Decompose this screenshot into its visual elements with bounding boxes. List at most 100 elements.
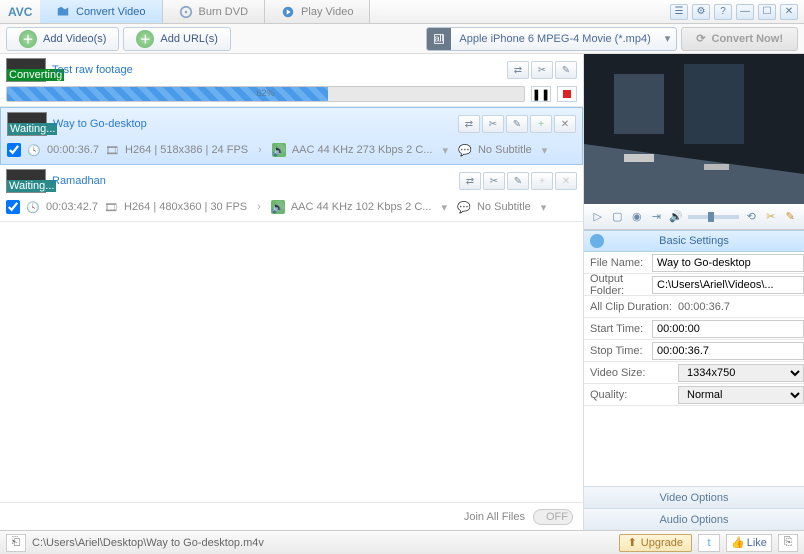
upgrade-label: Upgrade <box>641 537 683 549</box>
item-title[interactable]: Way to Go-desktop <box>53 118 452 130</box>
film-icon: 🎞 <box>105 143 119 157</box>
item-checkbox[interactable] <box>7 143 21 157</box>
button-label: Add URL(s) <box>160 33 217 45</box>
cut-icon[interactable]: ✂ <box>483 172 505 190</box>
close-icon[interactable]: ✕ <box>780 4 798 20</box>
thumbnail: Waiting... <box>7 112 47 136</box>
quality-label: Quality: <box>584 389 674 401</box>
file-item[interactable]: Waiting... Way to Go-desktop ⇄ ✂ ✎ + ✕ 🕓… <box>0 107 583 165</box>
help-icon[interactable]: ? <box>714 4 732 20</box>
titlebar: AVC Convert Video Burn DVD Play Video ☰ … <box>0 0 804 24</box>
outputfolder-input[interactable] <box>652 276 804 294</box>
app-logo: AVC <box>0 5 40 19</box>
audio-options-toggle[interactable]: Audio Options <box>584 508 804 530</box>
convert-now-button[interactable]: ⟳ Convert Now! <box>681 27 798 51</box>
file-item[interactable]: Waiting... Ramadhan ⇄ ✂ ✎ + ✕ 🕓 00:03:42… <box>0 165 583 222</box>
chevron-down-icon[interactable]: ▾ <box>538 144 552 157</box>
basic-settings-header[interactable]: Basic Settings <box>584 230 804 252</box>
thumb-icon: 👍 <box>731 536 745 549</box>
upgrade-button[interactable]: ⬆ Upgrade <box>619 534 692 552</box>
remove-icon[interactable]: ✕ <box>555 172 577 190</box>
audio-info: AAC 44 KHz 273 Kbps 2 C... <box>292 144 433 156</box>
statusbar: ⎗ C:\Users\Ariel\Desktop\Way to Go-deskt… <box>0 530 804 554</box>
chevron-right-icon[interactable]: › <box>253 201 265 213</box>
chevron-down-icon: ▾ <box>659 32 677 45</box>
button-label: Convert Now! <box>712 33 784 45</box>
volume-icon[interactable]: 🔊 <box>668 208 684 226</box>
like-button[interactable]: 👍Like <box>726 534 772 552</box>
status-badge: Waiting... <box>7 180 56 192</box>
output-profile-select[interactable]: all Apple iPhone 6 MPEG-4 Movie (*.mp4) … <box>426 27 677 51</box>
add-icon[interactable]: + <box>530 115 552 133</box>
file-item[interactable]: Converting Test raw footage ⇄ ✂ ✎ 62% ❚❚ <box>0 54 583 107</box>
tab-play[interactable]: Play Video <box>265 0 370 23</box>
tab-label: Play Video <box>301 6 353 18</box>
quality-select[interactable]: Normal <box>678 386 804 404</box>
thumbnail: Waiting... <box>6 169 46 193</box>
profile-icon: all <box>427 27 451 51</box>
chevron-right-icon[interactable]: › <box>254 144 266 156</box>
play-icon[interactable]: ▷ <box>590 208 606 226</box>
swap-icon[interactable]: ⇄ <box>458 115 480 133</box>
clock-icon: 🕓 <box>27 143 41 157</box>
starttime-input[interactable] <box>652 320 804 338</box>
wand-icon[interactable]: ✎ <box>506 115 528 133</box>
film-icon: 🎞 <box>104 200 118 214</box>
disc-icon <box>179 5 193 19</box>
in-icon[interactable]: ⇥ <box>649 208 665 226</box>
audio-info: AAC 44 KHz 102 Kbps 2 C... <box>291 201 432 213</box>
chevron-down-icon[interactable]: ▾ <box>438 144 452 157</box>
menu-icon[interactable]: ☰ <box>670 4 688 20</box>
gear-icon[interactable]: ⚙ <box>692 4 710 20</box>
stop-button[interactable] <box>557 86 577 102</box>
chevron-down-icon[interactable]: ▾ <box>537 201 551 214</box>
cut-icon[interactable]: ✂ <box>763 208 779 226</box>
wand-icon[interactable]: ✎ <box>555 61 577 79</box>
videosize-label: Video Size: <box>584 367 674 379</box>
remove-icon[interactable]: ✕ <box>554 115 576 133</box>
minimize-icon[interactable]: — <box>736 4 754 20</box>
item-checkbox[interactable] <box>6 200 20 214</box>
convert-icon <box>56 5 70 19</box>
volume-slider[interactable] <box>688 215 740 219</box>
settings-panel: File Name: Output Folder: All Clip Durat… <box>584 252 804 486</box>
join-toggle[interactable]: OFF <box>533 509 573 525</box>
clock-icon: 🕓 <box>26 200 40 214</box>
filename-input[interactable] <box>652 254 804 272</box>
arrow-up-icon: ⬆ <box>628 536 637 549</box>
swap-icon[interactable]: ⇄ <box>507 61 529 79</box>
twitter-button[interactable]: t <box>698 534 720 552</box>
tab-convert[interactable]: Convert Video <box>40 0 163 23</box>
swap-icon[interactable]: ⇄ <box>459 172 481 190</box>
effects-icon[interactable]: ✎ <box>782 208 798 226</box>
video-options-toggle[interactable]: Video Options <box>584 486 804 508</box>
outputfolder-label: Output Folder: <box>584 273 648 297</box>
chevron-down-icon[interactable]: ▾ <box>437 201 451 214</box>
status-badge: Waiting... <box>8 123 57 135</box>
add-url-icon: ＋ <box>136 30 154 48</box>
rotate-icon[interactable]: ⟲ <box>743 208 759 226</box>
videosize-select[interactable]: 1334x750 <box>678 364 804 382</box>
add-videos-button[interactable]: ＋ Add Video(s) <box>6 27 119 51</box>
progress-bar: 62% <box>6 86 525 102</box>
maximize-icon[interactable]: ☐ <box>758 4 776 20</box>
cut-icon[interactable]: ✂ <box>531 61 553 79</box>
svg-text:all: all <box>435 33 445 44</box>
add-icon[interactable]: + <box>531 172 553 190</box>
prev-button[interactable]: ⎗ <box>6 534 26 552</box>
tab-burn[interactable]: Burn DVD <box>163 0 266 23</box>
speaker-icon: 🔊 <box>272 143 286 157</box>
next-button[interactable]: ⎘ <box>778 534 798 552</box>
video-preview[interactable] <box>584 54 804 204</box>
profile-label: Apple iPhone 6 MPEG-4 Movie (*.mp4) <box>451 33 658 45</box>
wand-icon[interactable]: ✎ <box>507 172 529 190</box>
stoptime-input[interactable] <box>652 342 804 360</box>
globe-icon <box>590 234 604 248</box>
add-urls-button[interactable]: ＋ Add URL(s) <box>123 27 230 51</box>
pause-button[interactable]: ❚❚ <box>531 86 551 102</box>
item-title[interactable]: Test raw footage <box>52 64 501 76</box>
item-title[interactable]: Ramadhan <box>52 175 453 187</box>
cut-icon[interactable]: ✂ <box>482 115 504 133</box>
snapshot-icon[interactable]: ◉ <box>629 208 645 226</box>
stop-icon[interactable]: ▢ <box>610 208 626 226</box>
